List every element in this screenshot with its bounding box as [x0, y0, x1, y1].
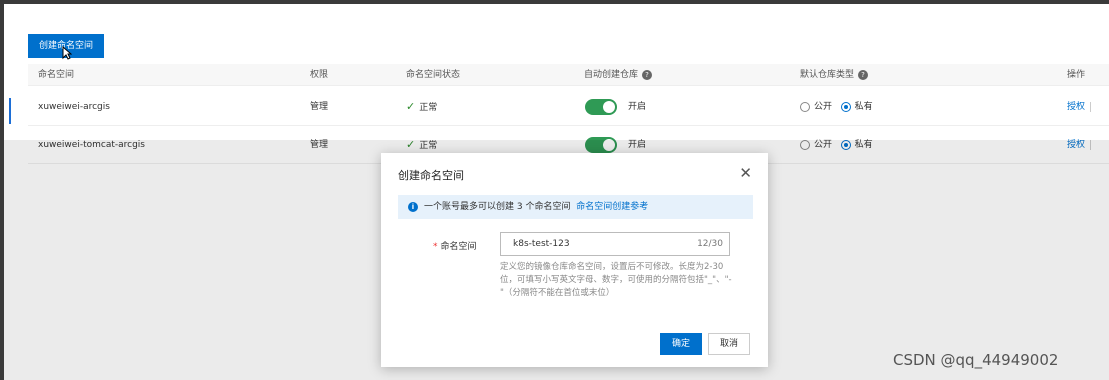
header-auto-create: 自动创建仓库?: [584, 64, 653, 86]
create-namespace-dialog: 创建命名空间 ✕ i 一个账号最多可以创建 3 个命名空间 命名空间创建参考 *…: [381, 153, 768, 367]
namespace-input-value: k8s-test-123: [513, 239, 570, 249]
radio-public[interactable]: [800, 101, 810, 112]
radio-private-label: 私有: [854, 102, 873, 112]
check-icon: ✓: [406, 100, 416, 113]
field-help-text: 定义您的镜像仓库命名空间，设置后不可修改。长度为2-30位，可填写小写英文字母、…: [500, 262, 732, 298]
confirm-button[interactable]: 确定: [660, 333, 702, 355]
repo-type-radios: 公开 私有: [800, 88, 873, 126]
mouse-cursor-icon: [62, 46, 72, 60]
table-header: 命名空间 权限 命名空间状态 自动创建仓库? 默认仓库类型? 操作: [28, 64, 1109, 86]
char-count: 12/30: [697, 239, 723, 249]
header-permission: 权限: [310, 70, 329, 80]
header-actions: 操作: [1067, 70, 1086, 80]
row-actions: 授权: [1067, 88, 1096, 126]
close-icon[interactable]: ✕: [739, 164, 752, 182]
auto-create-label: 开启: [628, 102, 647, 112]
header-status: 命名空间状态: [406, 70, 461, 80]
row-selection-marker: [9, 98, 11, 124]
help-icon[interactable]: ?: [858, 69, 869, 80]
authorize-link[interactable]: 授权: [1067, 102, 1085, 112]
status-cell: ✓ 正常: [406, 88, 437, 127]
auto-create-toggle[interactable]: [585, 99, 617, 115]
app-window: 创建命名空间 命名空间 权限 命名空间状态 自动创建仓库? 默认仓库类型? 操作…: [0, 0, 1109, 380]
header-auto-create-label: 自动创建仓库: [584, 70, 639, 80]
csdn-watermark: CSDN @qq_44949002: [893, 351, 1059, 369]
info-notice: i 一个账号最多可以创建 3 个命名空间 命名空间创建参考: [398, 195, 753, 219]
header-name: 命名空间: [38, 70, 75, 80]
permission-value: 管理: [310, 102, 329, 112]
dialog-title: 创建命名空间: [398, 169, 464, 182]
table-row: xuweiwei-arcgis 管理 ✓ 正常 开启 公开 私有 授权: [28, 88, 1109, 126]
notice-link[interactable]: 命名空间创建参考: [576, 202, 648, 212]
help-icon[interactable]: ?: [642, 69, 653, 80]
namespace-field-label: * 命名空间: [433, 239, 477, 252]
namespace-name: xuweiwei-arcgis: [38, 102, 110, 112]
action-divider: [1090, 101, 1092, 112]
notice-text: 一个账号最多可以创建 3 个命名空间: [424, 202, 571, 212]
window-top-border: [0, 0, 1109, 4]
info-icon: i: [408, 202, 418, 212]
radio-public-label: 公开: [814, 102, 833, 112]
status-value: 正常: [419, 103, 438, 113]
header-default-type: 默认仓库类型?: [800, 64, 869, 86]
namespace-input[interactable]: k8s-test-123 12/30: [500, 232, 730, 256]
namespace-field-label-text: 命名空间: [440, 242, 477, 252]
radio-private[interactable]: [840, 101, 851, 112]
required-marker: *: [433, 242, 438, 252]
cancel-button[interactable]: 取消: [708, 333, 750, 355]
header-default-type-label: 默认仓库类型: [800, 70, 855, 80]
